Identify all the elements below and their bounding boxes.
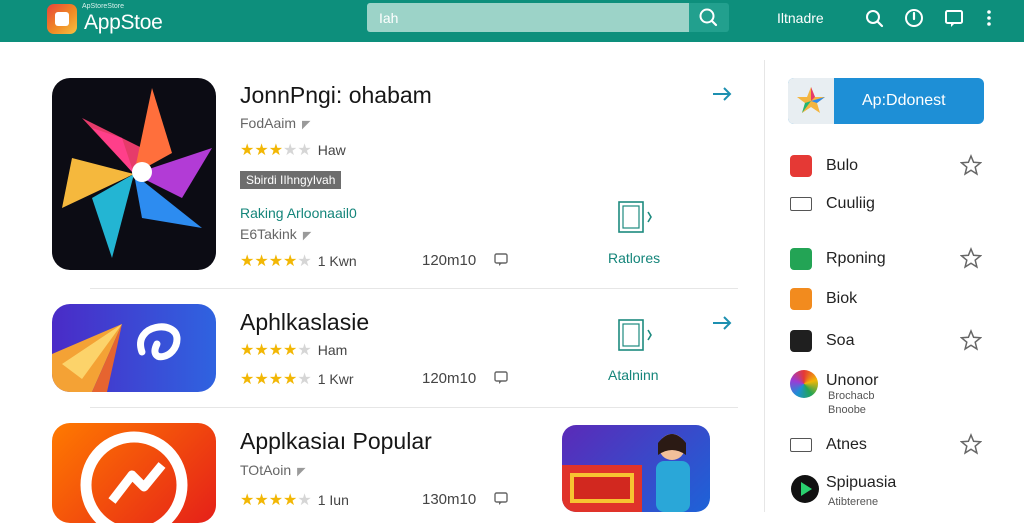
messenger-icon: [80, 431, 188, 523]
sidebar-item-label: Rponing: [826, 250, 886, 267]
orange-app-icon: [790, 288, 812, 310]
sidebar-item-sub: Bnoobe: [828, 404, 866, 416]
cta-button[interactable]: Ap:Ddonest: [788, 78, 984, 124]
message-icon[interactable]: [943, 7, 965, 29]
star-outline-icon[interactable]: [960, 154, 982, 176]
cta-icon-box: [788, 78, 834, 124]
play-icon: [791, 475, 819, 503]
play-small-icon: ◤: [297, 466, 306, 478]
red-app-icon: [790, 155, 812, 177]
app-size: 120m10: [422, 370, 477, 387]
play-small-icon: ◤: [302, 119, 311, 131]
green-app-icon: [790, 248, 812, 270]
sidebar-item-unonor[interactable]: Unonor Brochacb Bnoobe: [788, 368, 988, 418]
sidebar-item-spipuasia[interactable]: Spipuasia Atibterene: [788, 470, 988, 512]
app-developer[interactable]: TOtAoin ◤: [240, 462, 306, 478]
app-icon-2[interactable]: [52, 304, 216, 392]
sidebar-item-label: Atnes: [826, 436, 867, 453]
dark-app-icon: [790, 330, 812, 352]
star-outline-icon[interactable]: [960, 433, 982, 455]
rating-label: Ham: [317, 342, 348, 358]
search-icon[interactable]: [863, 7, 885, 29]
sidebar-item-sub: Atibterene: [828, 496, 879, 508]
app-title[interactable]: Applkasiaı Popular: [240, 428, 432, 455]
category-tag: Sbirdi IIhngyIvah: [240, 171, 342, 189]
app-developer[interactable]: FodAaim ◤: [240, 115, 311, 131]
game-art-icon: [562, 434, 690, 512]
sidebar-item-biok[interactable]: Biok: [788, 284, 988, 314]
arrow-right-icon[interactable]: [711, 314, 733, 332]
sidebar-item-label: Unonor: [826, 372, 879, 389]
sidebar-item-atnes[interactable]: Atnes: [788, 430, 988, 460]
details-button[interactable]: Ratlores: [608, 250, 660, 266]
sidebar-item-rponing[interactable]: Rponing: [788, 244, 988, 274]
box-icon: [790, 438, 812, 452]
app-store-logo-icon[interactable]: [47, 4, 77, 34]
comment-icon[interactable]: [494, 253, 509, 267]
ranking-label[interactable]: Raking Arloonaail0: [240, 205, 357, 221]
sidebar-divider: [764, 60, 765, 512]
sidebar-item-soa[interactable]: Soa: [788, 326, 988, 356]
alert-icon[interactable]: [903, 7, 925, 29]
logo-text[interactable]: AppStoe: [84, 11, 163, 35]
details-icon[interactable]: [616, 198, 654, 238]
top-bar: ApStoreStore AppStoe Iltnadre: [0, 0, 1024, 42]
app-title[interactable]: JonnPngi: ohabam: [240, 82, 432, 109]
rating-stars: ★★★★★ Ham: [240, 342, 348, 359]
divider: [90, 288, 738, 289]
logo-caption: ApStoreStore: [82, 3, 125, 10]
search-input[interactable]: [367, 3, 689, 32]
sidebar-item-label: Biok: [826, 290, 858, 307]
rating-count: 1 Kwn: [317, 253, 357, 269]
comment-icon[interactable]: [494, 371, 509, 385]
header-user-label[interactable]: Iltnadre: [777, 10, 824, 26]
sidebar-item-bulo[interactable]: Bulo: [788, 151, 988, 181]
colorful-app-icon: [790, 370, 818, 398]
developer-name: FodAaim: [240, 115, 297, 131]
app-sub-developer[interactable]: E6Takink ◤: [240, 226, 311, 242]
search-button[interactable]: [689, 3, 729, 32]
arrow-right-icon[interactable]: [711, 85, 733, 103]
app-title[interactable]: Aphlkaslasie: [240, 309, 369, 336]
sidebar-item-label: Soa: [826, 332, 855, 349]
sidebar-item-label: Cuuliig: [826, 195, 875, 212]
star-outline-icon[interactable]: [960, 247, 982, 269]
sidebar-item-label: Bulo: [826, 157, 859, 174]
divider: [90, 407, 738, 408]
install-icon[interactable]: [616, 316, 654, 356]
sidebar-item-sub: Brochacb: [828, 390, 875, 402]
app-icon-3[interactable]: [52, 423, 216, 523]
rating-stars: ★★★★★ Haw: [240, 142, 346, 159]
grid-icon: [790, 197, 812, 211]
app-size: 130m10: [422, 491, 477, 508]
sidebar-item-label: Spipuasia: [826, 474, 897, 491]
star-outline-icon[interactable]: [960, 329, 982, 351]
game-banner-image[interactable]: [562, 425, 710, 512]
sub-developer-name: E6Takink: [240, 226, 297, 242]
more-icon[interactable]: [978, 7, 1000, 29]
rating-stars: ★★★★★ 1 Iun: [240, 492, 349, 509]
paper-plane-icon: [52, 323, 181, 392]
rating-stars: ★★★★★ 1 Kwr: [240, 371, 354, 388]
app-icon-1[interactable]: [52, 78, 216, 270]
rating-count: 1 Kwr: [317, 371, 354, 387]
install-button[interactable]: Atalninn: [608, 367, 659, 383]
play-small-icon: ◤: [302, 230, 312, 242]
rating-count: 1 Iun: [317, 492, 349, 508]
abstract-star-icon: [62, 88, 212, 258]
colorful-star-icon: [797, 87, 825, 113]
comment-icon[interactable]: [494, 492, 509, 506]
rating-stars: ★★★★★ 1 Kwn: [240, 253, 357, 270]
search-icon: [699, 8, 718, 27]
developer-name: TOtAoin: [240, 462, 292, 478]
rating-label: Haw: [317, 142, 346, 158]
sidebar-item-cuuliig[interactable]: Cuuliig: [788, 189, 988, 219]
cta-label: Ap:Ddonest: [862, 92, 946, 109]
app-size: 120m10: [422, 252, 477, 269]
